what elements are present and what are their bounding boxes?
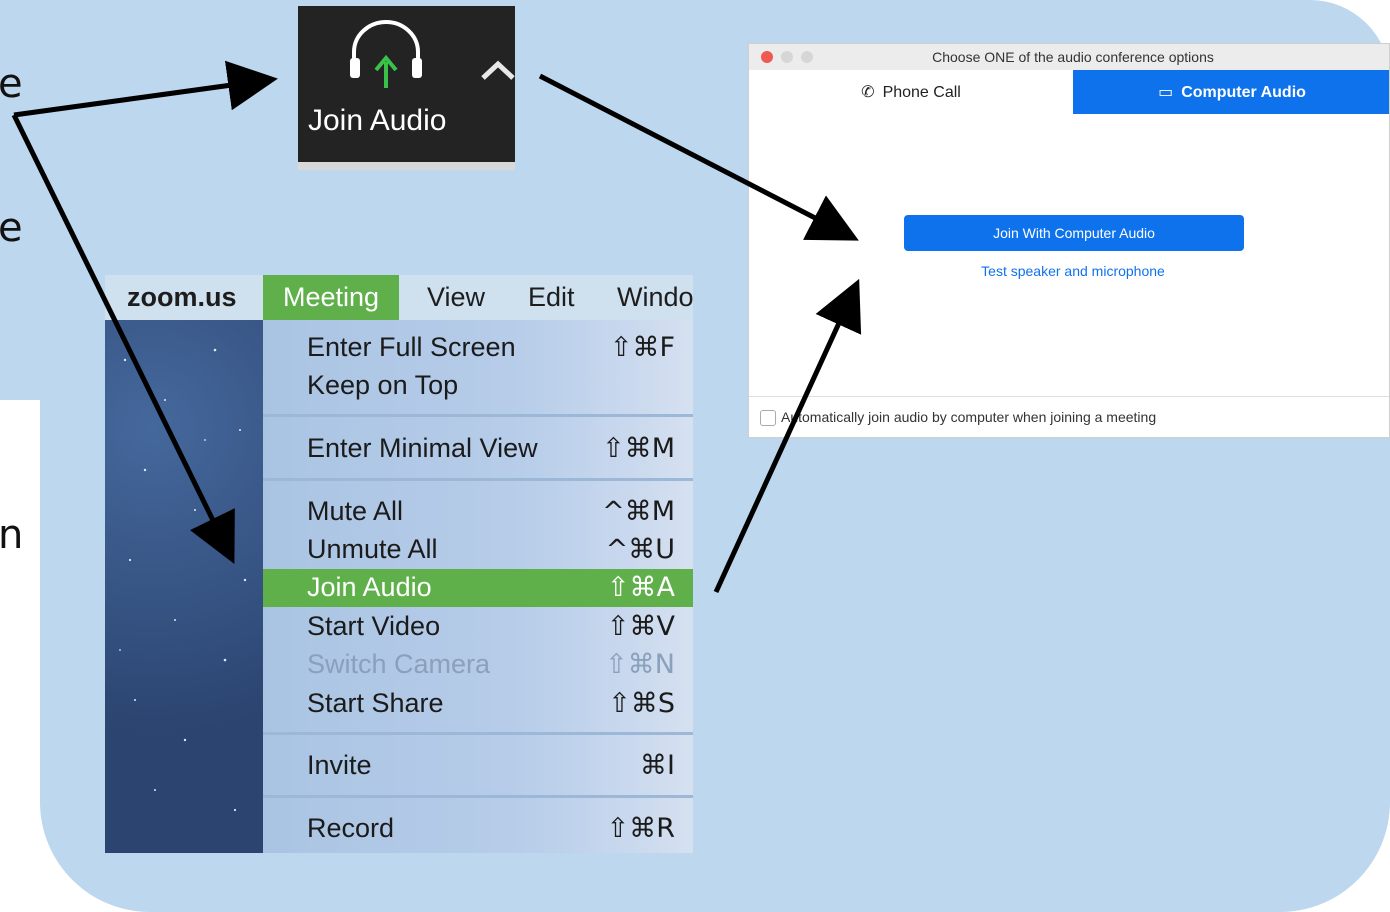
arrow-to-join-audio-menu — [11, 113, 235, 564]
arrow-menu-to-dialog — [713, 278, 862, 594]
arrow-button-to-dialog — [538, 73, 859, 241]
arrow-to-join-audio-button — [13, 60, 278, 118]
annotation-arrows — [11, 60, 862, 594]
